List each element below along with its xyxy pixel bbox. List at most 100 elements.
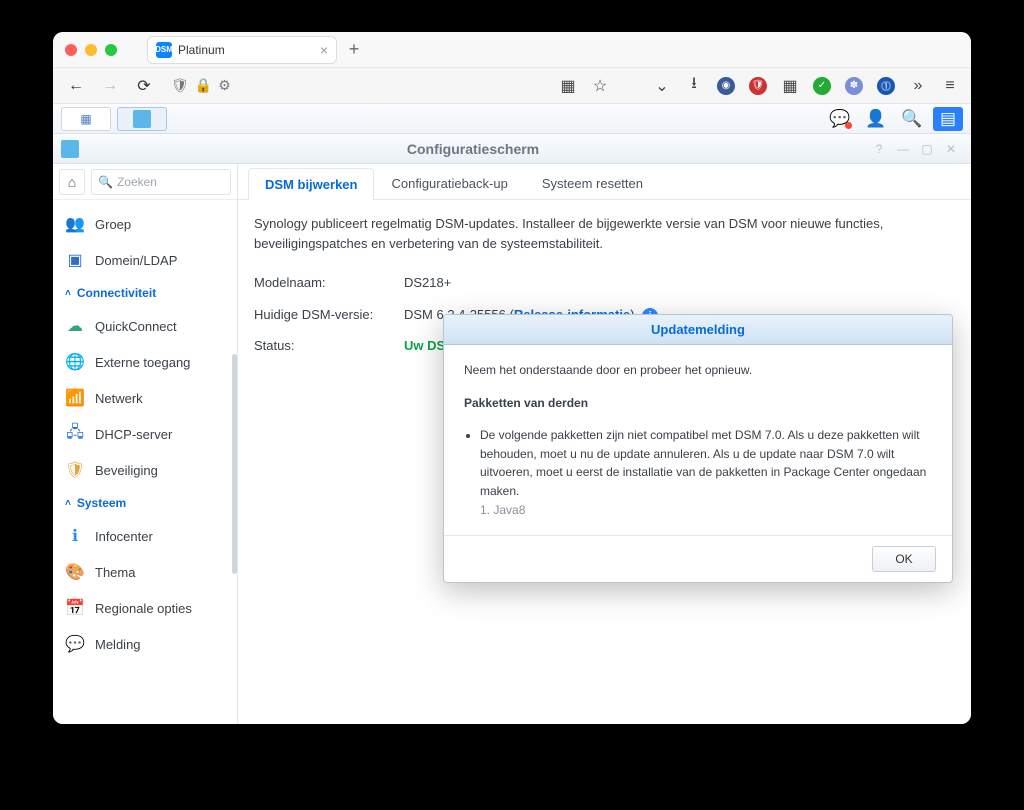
reload-button[interactable]: ⟳ bbox=[131, 73, 157, 99]
ext-icon-6[interactable]: ⓵ bbox=[875, 75, 897, 97]
main-panel: DSM bijwerken Configuratieback-up Systee… bbox=[238, 164, 971, 724]
ext-icon-4[interactable]: ✓ bbox=[811, 75, 833, 97]
dsm-user-icon[interactable]: 👤 bbox=[861, 107, 891, 131]
ok-button[interactable]: OK bbox=[872, 546, 936, 572]
search-placeholder: Zoeken bbox=[117, 175, 157, 189]
sidebar-item-label: DHCP-server bbox=[95, 427, 172, 442]
tab-config-backup[interactable]: Configuratieback-up bbox=[374, 167, 524, 199]
control-panel-window: Configuratiescherm ? — ▢ ✕ ⌂ 🔍 Zoeken 👥G… bbox=[53, 134, 971, 724]
sidebar-search-input[interactable]: 🔍 Zoeken bbox=[91, 169, 231, 195]
bookmark-star-icon[interactable]: ☆ bbox=[589, 75, 611, 97]
apps-icon[interactable]: ▦ bbox=[557, 75, 579, 97]
dialog-body: Neem het onderstaande door en probeer he… bbox=[444, 345, 952, 535]
dialog-intro: Neem het onderstaande door en probeer he… bbox=[464, 361, 932, 380]
close-window-button[interactable] bbox=[65, 44, 77, 56]
sidebar-item-label: QuickConnect bbox=[95, 319, 177, 334]
globe-icon: 🌐 bbox=[65, 352, 85, 372]
overflow-icon[interactable]: » bbox=[907, 75, 929, 97]
ext-icon-5[interactable]: ✽ bbox=[843, 75, 865, 97]
sidebar-home-button[interactable]: ⌂ bbox=[59, 169, 85, 195]
pocket-icon[interactable]: ⌄ bbox=[651, 75, 673, 97]
forward-button[interactable]: → bbox=[97, 73, 123, 99]
window-maximize-icon[interactable]: ▢ bbox=[918, 140, 936, 158]
tab-favicon: DSM bbox=[156, 42, 172, 58]
dhcp-icon: 🖧 bbox=[65, 424, 85, 444]
new-tab-button[interactable]: + bbox=[341, 37, 367, 63]
sidebar-item-domain[interactable]: ▣ Domein/LDAP bbox=[53, 242, 237, 278]
sidebar-item-label: Infocenter bbox=[95, 529, 153, 544]
ext-icon-1[interactable]: ◉ bbox=[715, 75, 737, 97]
maximize-window-button[interactable] bbox=[105, 44, 117, 56]
palette-icon: 🎨 bbox=[65, 562, 85, 582]
dialog-package-1: 1. Java8 bbox=[480, 503, 525, 517]
sidebar-item-label: Beveiliging bbox=[95, 463, 158, 478]
minimize-window-button[interactable] bbox=[85, 44, 97, 56]
status-label: Status: bbox=[254, 336, 404, 356]
browser-tab[interactable]: DSM Platinum × bbox=[147, 36, 337, 64]
sidebar-section-label: Connectiviteit bbox=[77, 286, 156, 300]
sidebar-item-label: Thema bbox=[95, 565, 135, 580]
sidebar-item-theme[interactable]: 🎨 Thema bbox=[53, 554, 237, 590]
permissions-icon: ⚙ bbox=[218, 77, 231, 94]
ldap-icon: ▣ bbox=[65, 250, 85, 270]
control-panel-body: ⌂ 🔍 Zoeken 👥Groep ▣ Domein/LDAP ˄ Connecti… bbox=[53, 164, 971, 724]
ext-icon-2[interactable]: 🛡 bbox=[747, 75, 769, 97]
sidebar-item-infocenter[interactable]: ℹ Infocenter bbox=[53, 518, 237, 554]
dialog-section-title: Pakketten van derden bbox=[464, 396, 588, 410]
sidebar-item-external-access[interactable]: 🌐 Externe toegang bbox=[53, 344, 237, 380]
info-icon: ℹ bbox=[65, 526, 85, 546]
model-row: Modelnaam: DS218+ bbox=[254, 267, 955, 299]
browser-toolbar: ← → ⟳ 🛡 🔒 ⚙ ▦ ☆ ⌄ ⭳ ◉ 🛡 ▦ ✓ ✽ ⓵ » ≡ bbox=[53, 68, 971, 104]
sidebar-section-connectivity[interactable]: ˄ Connectiviteit bbox=[53, 278, 237, 308]
sidebar-item-regional[interactable]: 📅Regionale opties bbox=[53, 590, 237, 626]
sidebar-scrollbar[interactable] bbox=[232, 354, 237, 574]
sidebar-item-security[interactable]: 🛡 Beveiliging bbox=[53, 452, 237, 488]
model-label: Modelnaam: bbox=[254, 273, 404, 293]
sidebar-item-label: Externe toegang bbox=[95, 355, 190, 370]
chevron-up-icon: ˄ bbox=[65, 288, 71, 299]
chevron-up-icon: ˄ bbox=[65, 498, 71, 509]
dsm-widgets-icon[interactable]: ▤ bbox=[933, 107, 963, 131]
model-value: DS218+ bbox=[404, 273, 955, 293]
window-minimize-icon[interactable]: — bbox=[894, 140, 912, 158]
tab-dsm-update[interactable]: DSM bijwerken bbox=[248, 168, 374, 200]
sidebar-item-label: Netwerk bbox=[95, 391, 143, 406]
regional-icon: 📅 bbox=[65, 598, 85, 618]
dialog-list-item: De volgende pakketten zijn niet compatib… bbox=[480, 426, 932, 519]
shield-icon: 🛡 bbox=[171, 77, 189, 94]
sidebar-section-system[interactable]: ˄ Systeem bbox=[53, 488, 237, 518]
sidebar: ⌂ 🔍 Zoeken 👥Groep ▣ Domein/LDAP ˄ Connecti… bbox=[53, 164, 238, 724]
update-description: Synology publiceert regelmatig DSM-updat… bbox=[254, 214, 955, 253]
traffic-lights bbox=[65, 44, 117, 56]
update-notification-dialog: Updatemelding Neem het onderstaande door… bbox=[443, 314, 953, 583]
sidebar-item-label: Domein/LDAP bbox=[95, 253, 177, 268]
control-panel-icon bbox=[61, 140, 79, 158]
back-button[interactable]: ← bbox=[63, 73, 89, 99]
control-panel-title: Configuratiescherm bbox=[79, 141, 867, 157]
close-tab-icon[interactable]: × bbox=[320, 42, 328, 58]
sidebar-section-label: Systeem bbox=[77, 496, 126, 510]
tabstrip: DSM Platinum × + bbox=[147, 36, 367, 64]
menu-icon[interactable]: ≡ bbox=[939, 75, 961, 97]
sidebar-item-group[interactable]: 👥Groep bbox=[53, 206, 237, 242]
shield-icon: 🛡 bbox=[65, 460, 85, 480]
sidebar-item-network[interactable]: 📶Netwerk bbox=[53, 380, 237, 416]
tab-system-reset[interactable]: Systeem resetten bbox=[525, 167, 660, 199]
sidebar-item-label: Melding bbox=[95, 637, 141, 652]
sidebar-item-dhcp[interactable]: 🖧 DHCP-server bbox=[53, 416, 237, 452]
window-help-icon[interactable]: ? bbox=[870, 140, 888, 158]
search-icon: 🔍 bbox=[98, 175, 113, 189]
ext-icon-3[interactable]: ▦ bbox=[779, 75, 801, 97]
dsm-search-icon[interactable]: 🔍 bbox=[897, 107, 927, 131]
dsm-chat-icon[interactable]: 💬 bbox=[825, 107, 855, 131]
dsm-main-menu-button[interactable]: ▦ bbox=[61, 107, 111, 131]
quickconnect-icon: ☁ bbox=[65, 316, 85, 336]
sidebar-item-quickconnect[interactable]: ☁ QuickConnect bbox=[53, 308, 237, 344]
sidebar-item-notification[interactable]: 💬Melding bbox=[53, 626, 237, 662]
window-close-icon[interactable]: ✕ bbox=[942, 140, 960, 158]
url-bar[interactable]: 🛡 🔒 ⚙ bbox=[165, 77, 237, 94]
download-icon[interactable]: ⭳ bbox=[683, 75, 705, 97]
version-label: Huidige DSM-versie: bbox=[254, 305, 404, 325]
dsm-control-panel-task[interactable] bbox=[117, 107, 167, 131]
tab-bar: DSM bijwerken Configuratieback-up Systee… bbox=[238, 164, 971, 200]
